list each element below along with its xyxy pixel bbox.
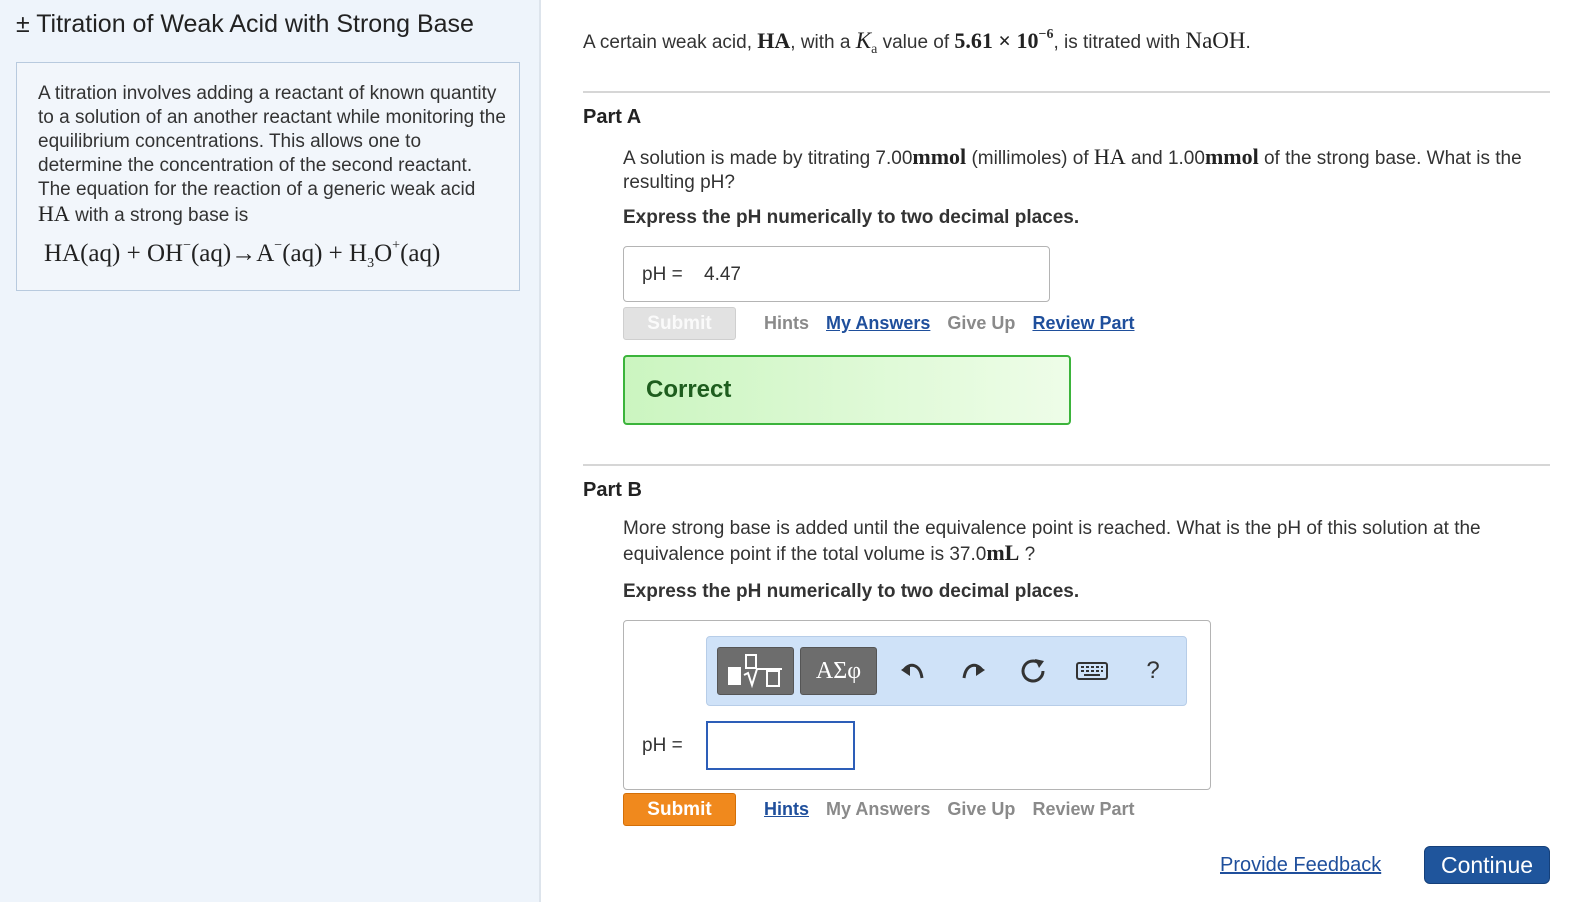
problem-text-3: value of	[882, 32, 950, 53]
part-b-answer-input[interactable]	[706, 721, 855, 770]
part-b-my-answers-link: My Answers	[826, 799, 931, 819]
part-a-submit-button: Submit	[623, 307, 736, 340]
part-a-q1: A solution is made by titrating 7.00	[623, 148, 913, 169]
problem-text-5: .	[1245, 32, 1251, 53]
part-a-unit-1: mmol	[912, 144, 967, 169]
keyboard-button[interactable]	[1074, 653, 1110, 689]
part-a-give-up-link: Give Up	[947, 313, 1016, 333]
eq-product-2: O	[374, 240, 393, 267]
math-toolbar: ΑΣφ ?	[706, 636, 1187, 706]
ka-value: 5.61 × 10	[954, 28, 1039, 53]
part-b-give-up-link: Give Up	[947, 799, 1016, 819]
part-b-review-part-link: Review Part	[1032, 799, 1135, 819]
part-b-hints-link[interactable]: Hints	[764, 799, 809, 819]
part-b-links: Hints My Answers Give Up Review Part	[764, 799, 1147, 820]
problem-acid: HA	[757, 28, 791, 53]
part-b-question: More strong base is added until the equi…	[623, 517, 1553, 567]
intro-text-end: with a strong base is	[75, 205, 249, 226]
part-a-review-part-link[interactable]: Review Part	[1032, 313, 1134, 333]
reset-icon	[1021, 659, 1045, 683]
undo-icon	[901, 663, 924, 679]
divider	[583, 464, 1550, 466]
reaction-equation: HA(aq) + OH−(aq)→A−(aq) + H3O+(aq)	[44, 237, 441, 272]
eq-reactant-1-end: (aq)	[190, 240, 232, 267]
part-a-q2: (millimoles) of	[971, 148, 1089, 169]
part-b-instruction: Express the pH numerically to two decima…	[623, 581, 1080, 602]
part-a-answer-value: 4.47	[704, 264, 741, 285]
help-button[interactable]: ?	[1135, 653, 1171, 689]
problem-statement: A certain weak acid, HA, with a Ka value…	[583, 26, 1251, 58]
eq-charge-1: −	[183, 237, 191, 253]
eq-reactant-1: HA(aq) + OH	[44, 240, 184, 267]
intro-acid: HA	[38, 201, 70, 226]
part-a-q3: and 1.00	[1130, 148, 1205, 169]
eq-charge-2: −	[274, 237, 283, 253]
eq-product-1-end: (aq) + H	[282, 240, 368, 267]
problem-text-1: A certain weak acid,	[583, 32, 752, 53]
keyboard-icon	[1076, 662, 1108, 680]
undo-button[interactable]	[895, 653, 931, 689]
part-a-answer-box: pH = 4.47	[623, 246, 1050, 302]
part-b-submit-button[interactable]: Submit	[623, 793, 736, 826]
ka-exponent: −6	[1038, 26, 1054, 42]
part-b-title: Part B	[583, 479, 642, 501]
part-a-instruction: Express the pH numerically to two decima…	[623, 207, 1080, 228]
continue-button[interactable]: Continue	[1424, 846, 1550, 884]
part-a-my-answers-link[interactable]: My Answers	[826, 313, 930, 333]
intro-text: A titration involves adding a reactant o…	[38, 82, 508, 228]
divider	[583, 91, 1550, 93]
part-b-answer-box: ΑΣφ ? pH =	[623, 620, 1211, 790]
redo-icon	[962, 663, 985, 679]
part-b-ph-label: pH =	[642, 735, 683, 756]
eq-product-1: A	[256, 240, 275, 267]
part-a-links: Hints My Answers Give Up Review Part	[764, 313, 1147, 334]
part-b-unit: mL	[986, 540, 1020, 565]
problem-text-2: , with a	[790, 32, 851, 53]
intro-box: A titration involves adding a reactant o…	[16, 62, 520, 291]
part-a-correct-text: Correct	[646, 376, 732, 403]
problem-text-4: , is titrated with	[1053, 32, 1181, 53]
templates-button[interactable]	[717, 647, 794, 695]
sidebar: ± Titration of Weak Acid with Strong Bas…	[0, 0, 541, 902]
templates-icon	[727, 654, 782, 689]
eq-arrow: →	[231, 240, 257, 267]
eq-product-2-end: (aq)	[400, 240, 441, 267]
symbols-button[interactable]: ΑΣφ	[800, 647, 877, 695]
intro-text-main: A titration involves adding a reactant o…	[38, 83, 506, 200]
provide-feedback-link[interactable]: Provide Feedback	[1220, 854, 1381, 877]
part-b-q1: More strong base is added until the equi…	[623, 518, 1481, 565]
ka-subscript: a	[871, 41, 878, 57]
reset-button[interactable]	[1015, 653, 1051, 689]
part-a-hints-link: Hints	[764, 313, 809, 333]
problem-base: NaOH	[1185, 28, 1246, 53]
sidebar-title: ± Titration of Weak Acid with Strong Bas…	[16, 10, 474, 38]
part-a-correct-feedback: Correct	[623, 355, 1071, 425]
redo-button[interactable]	[955, 653, 991, 689]
part-b-q2: ?	[1024, 544, 1036, 565]
part-a-ph-label: pH =	[642, 264, 683, 285]
eq-charge-3: +	[392, 237, 401, 253]
part-a-unit-2: mmol	[1204, 144, 1259, 169]
part-a-title: Part A	[583, 106, 642, 128]
part-a-question: A solution is made by titrating 7.00mmol…	[623, 145, 1553, 195]
ka-symbol: K	[855, 28, 872, 53]
part-a-acid: HA	[1093, 144, 1126, 169]
